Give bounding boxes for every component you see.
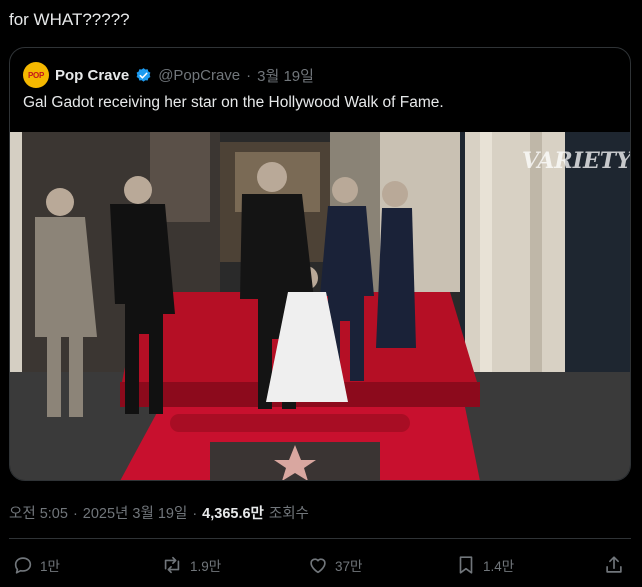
avatar[interactable]: POP xyxy=(23,62,49,88)
retweet-button[interactable]: 1.9만 xyxy=(160,554,221,576)
quoted-tweet-header: POP Pop Crave @PopCrave · 3월 19일 xyxy=(23,62,314,88)
like-icon xyxy=(307,554,329,576)
author-name[interactable]: Pop Crave xyxy=(55,67,129,84)
bookmark-button[interactable]: 1.4만 xyxy=(455,554,514,576)
view-label: 조회수 xyxy=(268,506,309,522)
divider xyxy=(9,538,631,539)
quote-date[interactable]: 3월 19일 xyxy=(257,65,314,86)
tweet-text: for WHAT????? xyxy=(9,10,130,29)
separator-dot: · xyxy=(246,66,252,84)
avatar-logo-text: POP xyxy=(28,70,44,80)
post-date[interactable]: 2025년 3월 19일 xyxy=(83,502,188,523)
retweet-icon xyxy=(160,554,184,576)
bookmark-count: 1.4만 xyxy=(483,559,515,574)
separator-dot: · xyxy=(72,506,78,522)
retweet-count: 1.9만 xyxy=(190,559,222,574)
tweet-meta: 오전 5:05 · 2025년 3월 19일 · 4,365.6만 조회수 xyxy=(9,502,309,523)
author-handle[interactable]: @PopCrave xyxy=(158,67,240,84)
reply-icon xyxy=(12,554,34,576)
reply-button[interactable]: 1만 xyxy=(12,554,60,576)
view-count: 4,365.6만 xyxy=(202,506,264,522)
quoted-tweet-text: Gal Gadot receiving her star on the Holl… xyxy=(23,94,444,111)
separator-dot: · xyxy=(192,506,198,522)
action-bar: 1만 1.9만 37만 1.4만 xyxy=(0,550,642,582)
like-button[interactable]: 37만 xyxy=(307,554,362,576)
quoted-tweet-card[interactable]: POP Pop Crave @PopCrave · 3월 19일 Gal Gad… xyxy=(9,47,631,481)
reply-count: 1만 xyxy=(40,559,60,574)
bookmark-icon xyxy=(455,554,477,576)
like-count: 37만 xyxy=(335,559,363,574)
variety-watermark: VARIETY xyxy=(522,148,630,174)
share-icon xyxy=(603,554,625,576)
verified-badge-icon xyxy=(135,67,152,84)
post-time[interactable]: 오전 5:05 xyxy=(9,502,68,523)
tweet-photo[interactable]: VARIETY xyxy=(10,132,630,480)
share-button[interactable] xyxy=(603,554,625,576)
